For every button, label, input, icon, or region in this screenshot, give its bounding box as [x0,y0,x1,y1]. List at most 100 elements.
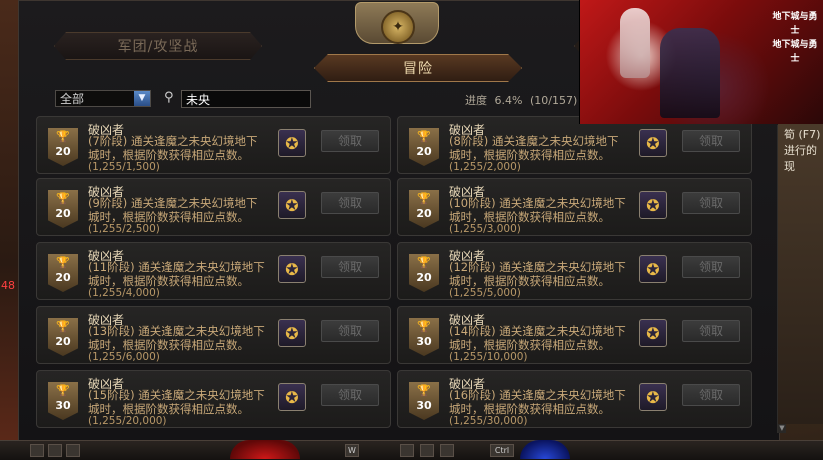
bottom-hud-bar: W Ctrl [0,440,823,460]
claim-button[interactable]: 领取 [682,384,740,406]
points-badge: 🏆 30 [409,318,439,356]
claim-button[interactable]: 领取 [682,130,740,152]
trophy-icon: 🏆 [417,320,431,333]
achievement-progress: (1,255/30,000) [449,415,528,427]
reward-emblem-icon[interactable]: ✪ [278,255,306,283]
points-badge: 🏆 20 [409,128,439,166]
achievement-card: 🏆 30 破凶者 (15阶段) 通关逢魔之未央幻境地下 城时，根据阶数获得相应点数… [36,370,391,428]
achievement-card: 🏆 20 破凶者 (9阶段) 通关逢魔之未央幻境地下 城时，根据阶数获得相应点数。… [36,178,391,236]
achievement-description: (8阶段) 通关逢魔之未央幻境地下 城时，根据阶数获得相应点数。 [449,134,619,162]
achievement-progress: (1,255/10,000) [449,351,528,363]
hud-slot[interactable] [420,444,434,457]
achievement-progress: (1,255/3,000) [449,223,521,235]
left-edge-number: 48 [1,279,15,292]
reward-emblem-icon[interactable]: ✪ [639,319,667,347]
trophy-icon: 🏆 [56,256,70,269]
right-side-panel: 筍 (F7) 进行的现 [778,124,823,424]
achievement-description: (16阶段) 通关逢魔之未央幻境地下 城时，根据阶数获得相应点数。 [449,388,626,416]
points-badge: 🏆 20 [48,190,78,228]
hud-slot-ctrl[interactable]: Ctrl [490,444,514,457]
hud-slot[interactable] [30,444,44,457]
search-input[interactable] [181,90,311,108]
points-badge: 🏆 20 [48,254,78,292]
points-badge: 🏆 30 [48,382,78,420]
claim-button[interactable]: 领取 [321,256,379,278]
achievement-progress: (1,255/2,500) [88,223,160,235]
progress-count: (10/157) [529,94,578,107]
achievement-card: 🏆 20 破凶者 (8阶段) 通关逢魔之未央幻境地下 城时，根据阶数获得相应点数。… [397,116,752,174]
hud-slot-w[interactable]: W [345,444,359,457]
achievement-progress: (1,255/2,000) [449,161,521,173]
progress-percent: 6.4% [494,94,523,107]
claim-button[interactable]: 领取 [321,192,379,214]
trophy-icon: 🏆 [417,130,431,143]
reward-emblem-icon[interactable]: ✪ [639,383,667,411]
hud-slot[interactable] [400,444,414,457]
points-badge: 🏆 20 [48,128,78,166]
reward-emblem-icon[interactable]: ✪ [278,129,306,157]
chevron-down-icon[interactable]: ▼ [134,91,150,106]
claim-button[interactable]: 领取 [321,130,379,152]
promo-logo: 地下城与勇士 地下城与勇士 [772,12,818,64]
achievement-progress: (1,255/20,000) [88,415,167,427]
achievement-description: (9阶段) 通关逢魔之未央幻境地下 城时，根据阶数获得相应点数。 [88,196,258,224]
scroll-down-icon[interactable]: ▼ [778,424,786,433]
achievement-progress: (1,255/5,000) [449,287,521,299]
promo-banner[interactable]: 地下城与勇士 地下城与勇士 [579,0,823,124]
tab-legion-siege[interactable]: 军团/攻坚战 [54,32,262,60]
trophy-icon: 🏆 [56,320,70,333]
trophy-icon: 🏆 [56,192,70,205]
reward-emblem-icon[interactable]: ✪ [639,129,667,157]
points-badge: 🏆 20 [409,254,439,292]
reward-emblem-icon[interactable]: ✪ [278,319,306,347]
trophy-icon: 🏆 [56,130,70,143]
achievement-card: 🏆 30 破凶者 (14阶段) 通关逢魔之未央幻境地下 城时，根据阶数获得相应点数… [397,306,752,364]
reward-emblem-icon[interactable]: ✪ [278,191,306,219]
compass-medallion-icon: ✦ [381,10,415,44]
hud-slot[interactable] [66,444,80,457]
achievement-card: 🏆 20 破凶者 (10阶段) 通关逢魔之未央幻境地下 城时，根据阶数获得相应点数… [397,178,752,236]
reward-emblem-icon[interactable]: ✪ [278,383,306,411]
claim-button[interactable]: 领取 [321,320,379,342]
trophy-icon: 🏆 [417,256,431,269]
trophy-icon: 🏆 [56,384,70,397]
tab-adventure[interactable]: 冒险 [314,54,522,82]
achievement-progress: (1,255/1,500) [88,161,160,173]
achievement-card: 🏆 30 破凶者 (16阶段) 通关逢魔之未央幻境地下 城时，根据阶数获得相应点数… [397,370,752,428]
achievement-card: 🏆 20 破凶者 (11阶段) 通关逢魔之未央幻境地下 城时，根据阶数获得相应点数… [36,242,391,300]
side-quest-label: 进行的现 [784,144,817,173]
progress-readout: 进度 6.4% (10/157) [465,92,581,108]
achievement-description: (7阶段) 通关逢魔之未央幻境地下 城时，根据阶数获得相应点数。 [88,134,258,162]
claim-button[interactable]: 领取 [682,256,740,278]
trophy-icon: 🏆 [417,192,431,205]
promo-character-art [620,8,650,78]
side-hotkey-label: 筍 (F7) [784,128,821,141]
achievement-description: (15阶段) 通关逢魔之未央幻境地下 城时，根据阶数获得相应点数。 [88,388,265,416]
achievement-progress: (1,255/6,000) [88,351,160,363]
search-icon: ⚲ [164,90,174,105]
category-select[interactable]: 全部 ▼ [55,90,151,107]
achievement-card: 🏆 20 破凶者 (13阶段) 通关逢魔之未央幻境地下 城时，根据阶数获得相应点数… [36,306,391,364]
hud-slot[interactable] [440,444,454,457]
achievement-progress: (1,255/4,000) [88,287,160,299]
left-scene-edge [0,0,18,440]
achievement-description: (14阶段) 通关逢魔之未央幻境地下 城时，根据阶数获得相应点数。 [449,324,626,352]
reward-emblem-icon[interactable]: ✪ [639,255,667,283]
achievement-card: 🏆 20 破凶者 (12阶段) 通关逢魔之未央幻境地下 城时，根据阶数获得相应点数… [397,242,752,300]
promo-character-art [660,28,720,118]
reward-emblem-icon[interactable]: ✪ [639,191,667,219]
achievement-description: (11阶段) 通关逢魔之未央幻境地下 城时，根据阶数获得相应点数。 [88,260,265,288]
progress-label: 进度 [465,94,487,107]
claim-button[interactable]: 领取 [682,320,740,342]
trophy-icon: 🏆 [417,384,431,397]
category-select-value: 全部 [60,92,85,106]
points-badge: 🏆 20 [409,190,439,228]
points-badge: 🏆 20 [48,318,78,356]
hp-orb [230,440,300,459]
claim-button[interactable]: 领取 [321,384,379,406]
achievement-description: (13阶段) 通关逢魔之未央幻境地下 城时，根据阶数获得相应点数。 [88,324,265,352]
achievement-description: (12阶段) 通关逢魔之未央幻境地下 城时，根据阶数获得相应点数。 [449,260,626,288]
claim-button[interactable]: 领取 [682,192,740,214]
hud-slot[interactable] [48,444,62,457]
achievement-card: 🏆 20 破凶者 (7阶段) 通关逢魔之未央幻境地下 城时，根据阶数获得相应点数。… [36,116,391,174]
